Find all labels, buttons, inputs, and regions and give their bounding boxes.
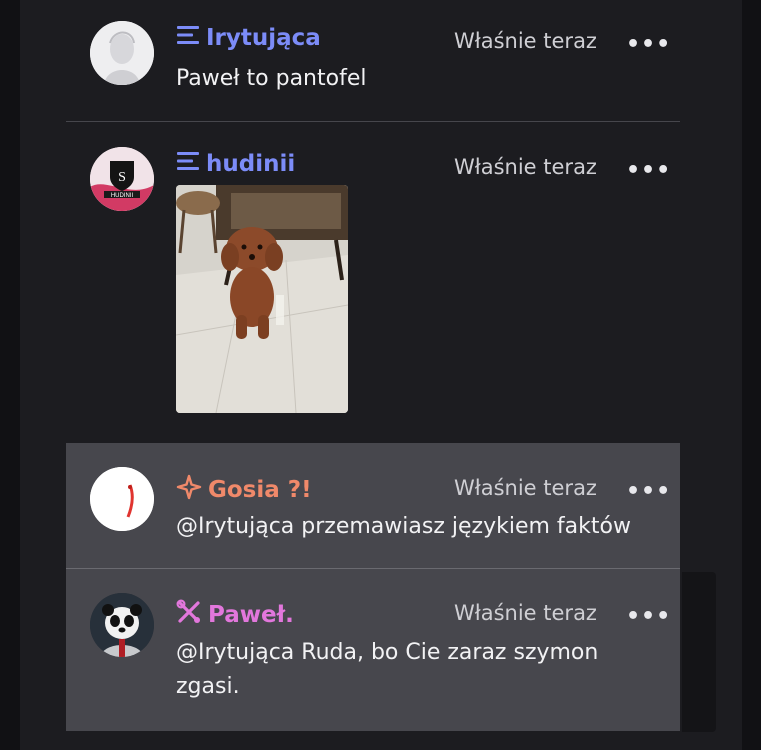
avatar[interactable]	[90, 21, 154, 85]
message-item[interactable]: Gosia ?! Właśnie teraz ••• @Irytująca pr…	[66, 443, 680, 568]
tools-icon	[176, 599, 202, 631]
timestamp: Właśnie teraz	[454, 155, 597, 179]
author-name[interactable]: Irytująca	[176, 24, 321, 52]
author-name[interactable]: Gosia ?!	[176, 474, 312, 506]
avatar-logo-text: HUDINII	[111, 193, 134, 199]
menu-lines-icon	[176, 24, 200, 52]
author-label: Paweł.	[208, 602, 294, 628]
sparkle-icon	[176, 474, 202, 506]
avatar[interactable]: S HUDINII	[90, 147, 154, 211]
author-label: hudinii	[206, 151, 296, 177]
message-text: @Irytująca Ruda, bo Cie zaraz szymon zga…	[176, 640, 599, 699]
avatar[interactable]	[90, 467, 154, 531]
more-options-icon[interactable]: •••	[626, 34, 671, 56]
author-label: Irytująca	[206, 25, 321, 51]
svg-text:S: S	[118, 170, 126, 185]
more-options-icon[interactable]: •••	[626, 481, 671, 503]
timestamp: Właśnie teraz	[454, 29, 597, 53]
message-text: Paweł to pantofel	[176, 66, 367, 91]
menu-lines-icon	[176, 150, 200, 178]
timestamp: Właśnie teraz	[454, 601, 597, 625]
author-name[interactable]: hudinii	[176, 150, 295, 178]
message-item[interactable]: Irytująca Właśnie teraz ••• Paweł to pan…	[66, 0, 680, 122]
message-text: @Irytująca przemawiasz językiem faktów	[176, 514, 631, 539]
author-name[interactable]: Paweł.	[176, 599, 294, 631]
message-item[interactable]: S HUDINII hudinii Właśnie teraz •••	[66, 122, 680, 442]
timestamp: Właśnie teraz	[454, 476, 597, 500]
message-item[interactable]: Paweł. Właśnie teraz ••• @Irytująca Ruda…	[66, 569, 680, 731]
poodle-photo[interactable]	[176, 185, 348, 413]
author-label: Gosia ?!	[208, 477, 312, 503]
more-options-icon[interactable]: •••	[626, 606, 671, 628]
side-panel-edge	[682, 572, 716, 732]
more-options-icon[interactable]: •••	[626, 160, 671, 182]
chat-panel: Irytująca Właśnie teraz ••• Paweł to pan…	[20, 0, 742, 750]
avatar[interactable]	[90, 593, 154, 657]
